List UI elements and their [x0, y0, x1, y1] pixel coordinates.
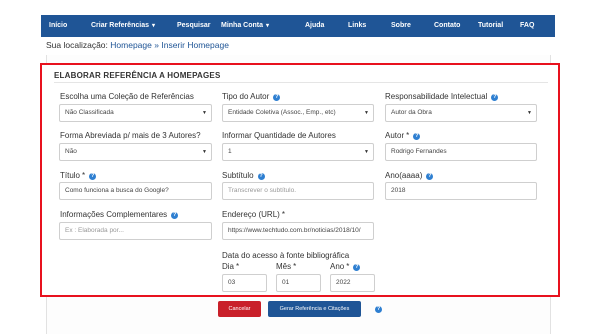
nav-criar-referencias[interactable]: Criar Referências ▾	[91, 15, 155, 37]
qtd-autores-label: Informar Quantidade de Autores	[222, 131, 336, 140]
mes-label: Mês *	[276, 262, 297, 271]
ano-acesso-input[interactable]: 2022	[330, 274, 375, 292]
url-label: Endereço (URL) *	[222, 210, 285, 219]
ano-label: Ano(aaaa)?	[385, 171, 434, 180]
nav-inicio[interactable]: Início	[49, 15, 67, 37]
nav-ajuda[interactable]: Ajuda	[305, 15, 324, 37]
autor-input[interactable]: Rodrigo Fernandes	[385, 143, 537, 161]
mes-input[interactable]: 01	[276, 274, 321, 292]
help-icon[interactable]: ?	[353, 264, 361, 271]
nav-contato[interactable]: Contato	[434, 15, 460, 37]
help-icon[interactable]: ?	[89, 173, 97, 180]
ano-input[interactable]: 2018	[385, 182, 537, 200]
forma-abreviada-label: Forma Abreviada p/ mais de 3 Autores?	[60, 131, 201, 140]
dia-label: Dia *	[222, 262, 240, 271]
form-legend: ELABORAR REFERÊNCIA A HOMEPAGES	[54, 71, 221, 80]
titulo-input[interactable]: Como funciona a busca do Google?	[59, 182, 212, 200]
select-arrow-icon: ▼	[364, 110, 369, 116]
data-acesso-label: Data do acesso à fonte bibliográfica	[222, 251, 350, 260]
responsabilidade-label: Responsabilidade Intelectual?	[385, 92, 499, 101]
nav-faq[interactable]: FAQ	[520, 15, 534, 37]
cancel-button[interactable]: Cancelar	[218, 301, 261, 317]
subtitulo-input[interactable]: Transcrever o subtítulo.	[222, 182, 374, 200]
breadcrumb: Sua localização: Homepage » Inserir Home…	[46, 40, 229, 50]
help-icon[interactable]: ?	[426, 173, 434, 180]
nav-links[interactable]: Links	[348, 15, 366, 37]
help-icon[interactable]: ?	[171, 212, 179, 219]
nav-minha-conta[interactable]: Minha Conta ▾	[221, 15, 269, 37]
generate-reference-button[interactable]: Gerar Referência e Citações	[268, 301, 361, 317]
chevron-down-icon: ▾	[266, 23, 270, 29]
help-icon[interactable]: ?	[491, 94, 499, 101]
qtd-autores-select[interactable]: 1 ▼	[222, 143, 374, 161]
help-icon[interactable]: ?	[375, 306, 382, 313]
nav-sobre[interactable]: Sobre	[391, 15, 411, 37]
nav-pesquisar[interactable]: Pesquisar	[177, 15, 210, 37]
select-arrow-icon: ▼	[202, 149, 207, 155]
tipo-autor-select[interactable]: Entidade Coletiva (Assoc., Emp., etc) ▼	[222, 104, 374, 122]
breadcrumb-current-link[interactable]: Inserir Homepage	[161, 40, 229, 50]
dia-input[interactable]: 03	[222, 274, 267, 292]
responsabilidade-select[interactable]: Autor da Obra ▼	[385, 104, 537, 122]
subtitulo-label: Subtítulo?	[222, 171, 265, 180]
info-compl-input[interactable]: Ex : Elaborada por...	[59, 222, 212, 240]
select-arrow-icon: ▼	[527, 110, 532, 116]
colecao-select[interactable]: Não Classificada ▼	[59, 104, 212, 122]
tipo-autor-label: Tipo do Autor?	[222, 92, 281, 101]
titulo-label: Título *?	[60, 171, 97, 180]
breadcrumb-home-link[interactable]: Homepage	[110, 40, 152, 50]
select-arrow-icon: ▼	[202, 110, 207, 116]
colecao-label: Escolha uma Coleção de Referências	[60, 92, 194, 101]
forma-abreviada-select[interactable]: Não ▼	[59, 143, 212, 161]
url-input[interactable]: https://www.techtudo.com.br/noticias/201…	[222, 222, 374, 240]
autor-label: Autor *?	[385, 131, 421, 140]
help-icon[interactable]: ?	[257, 173, 265, 180]
info-compl-label: Informações Complementares?	[60, 210, 179, 219]
help-icon[interactable]: ?	[413, 133, 421, 140]
chevron-down-icon: ▾	[151, 23, 155, 29]
divider	[54, 82, 548, 83]
ano-acesso-label: Ano *?	[330, 262, 361, 271]
top-navbar: Início Criar Referências ▾ Pesquisar Minh…	[41, 15, 555, 37]
help-icon[interactable]: ?	[273, 94, 281, 101]
nav-tutorial[interactable]: Tutorial	[478, 15, 503, 37]
select-arrow-icon: ▼	[364, 149, 369, 155]
